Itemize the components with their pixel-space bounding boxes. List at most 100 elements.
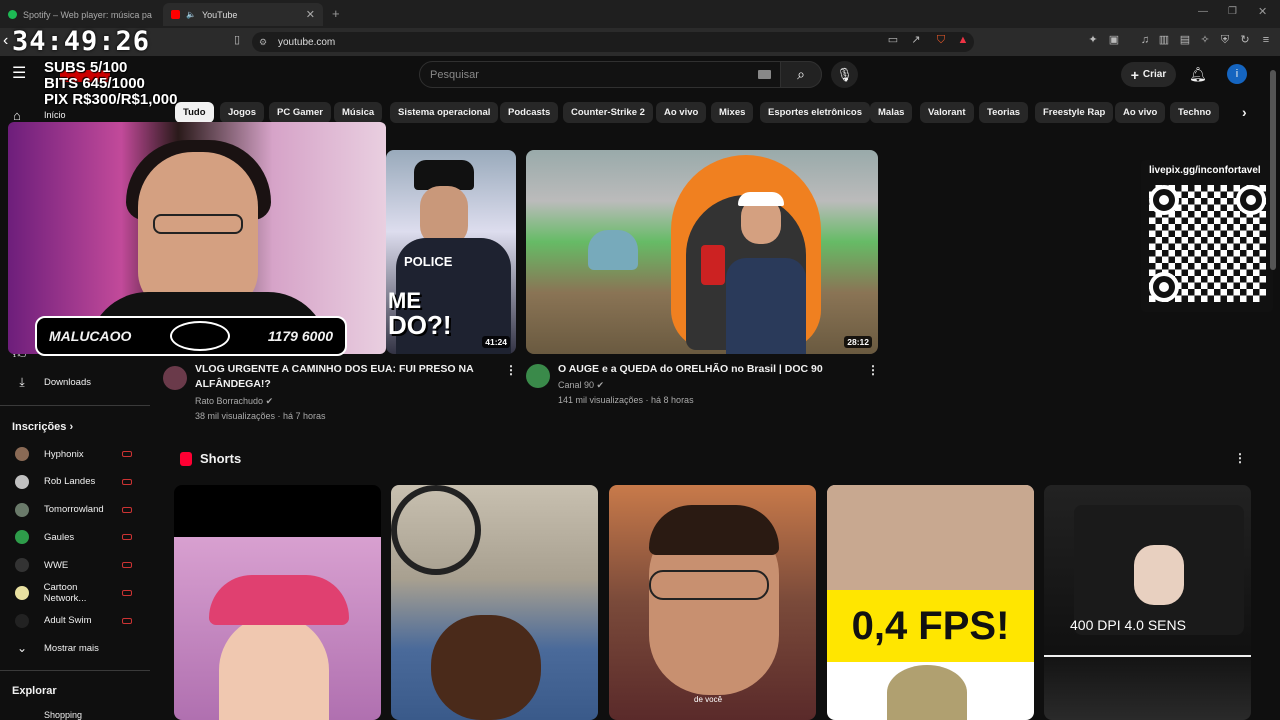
address-bar[interactable]: ⚙ youtube.com xyxy=(252,32,974,52)
short-card[interactable] xyxy=(174,485,381,720)
keyboard-icon[interactable] xyxy=(758,70,771,79)
chip-ao-vivo[interactable]: Ao vivo xyxy=(656,102,707,123)
new-tab-button[interactable]: + xyxy=(332,6,340,21)
chip-valorant[interactable]: Valorant xyxy=(920,102,974,123)
sidebar-item-label: Gaules xyxy=(44,531,75,543)
chip-podcasts[interactable]: Podcasts xyxy=(500,102,559,123)
channel-avatar xyxy=(0,502,44,517)
sidebar-subscription[interactable]: Tomorrowland xyxy=(0,496,150,524)
video-title[interactable]: VLOG URGENTE A CAMINHO DOS EUA: FUI PRES… xyxy=(195,362,495,392)
chip-sistema-operacional[interactable]: Sistema operacional xyxy=(390,102,499,123)
page-scrollbar[interactable] xyxy=(1270,70,1276,270)
short-card[interactable]: 0,4 FPS! xyxy=(827,485,1034,720)
chip-malas[interactable]: Malas xyxy=(870,102,913,123)
tab-youtube[interactable]: 🔈 YouTube ✕ xyxy=(163,3,323,26)
avatar-circle xyxy=(15,613,29,628)
search-icon: ⌕ xyxy=(797,66,805,82)
site-settings-icon[interactable]: ⚙ xyxy=(259,37,267,48)
avatar-circle xyxy=(15,530,29,545)
short-card[interactable]: de você xyxy=(609,485,816,720)
channel-name[interactable]: Canal 90 ✔ xyxy=(558,378,604,393)
man-hair xyxy=(649,505,779,555)
chip-m-sica[interactable]: Música xyxy=(334,102,383,123)
bookmark-icon[interactable]: ▯ xyxy=(230,33,244,47)
chip-pc-gamer[interactable]: PC Gamer xyxy=(269,102,331,123)
channel-avatar[interactable] xyxy=(163,366,187,390)
cap xyxy=(738,192,784,206)
minimize-button[interactable]: — xyxy=(1198,6,1208,17)
video-thumbnail[interactable]: 28:12 xyxy=(526,150,878,354)
notifications-bell-icon[interactable]: 🔔︎ xyxy=(1189,66,1207,83)
search-placeholder: Pesquisar xyxy=(430,68,479,81)
sidebar-icon[interactable]: ▥ xyxy=(1157,33,1171,47)
chip-counter-strike-2[interactable]: Counter-Strike 2 xyxy=(563,102,653,123)
divider xyxy=(0,405,150,406)
tab-spotify[interactable]: Spotify – Web player: música para to xyxy=(0,3,160,26)
sidebar-subscription[interactable]: Rob Landes xyxy=(0,468,150,496)
browser-menu-icon[interactable]: ≡ xyxy=(1259,33,1273,47)
leo-icon[interactable]: ✧ xyxy=(1198,33,1212,47)
sidebar-subscription[interactable]: WWE xyxy=(0,551,150,579)
screenshot-icon[interactable]: ▣ xyxy=(1107,33,1121,47)
brave-rewards-icon[interactable]: ▲ xyxy=(956,33,970,47)
chips-next-arrow-icon[interactable]: › xyxy=(1242,104,1247,120)
video-options-icon[interactable]: ⋮ xyxy=(505,363,517,377)
chip-tudo[interactable]: Tudo xyxy=(175,102,214,123)
chip-mixes[interactable]: Mixes xyxy=(711,102,754,123)
share-icon[interactable]: ↗ xyxy=(909,33,923,47)
close-tab-icon[interactable]: ✕ xyxy=(306,8,315,21)
refresh-icon[interactable]: ↻ xyxy=(1238,33,1252,47)
subscriptions-heading[interactable]: Inscrições › xyxy=(12,421,73,433)
chip-teorias[interactable]: Teorias xyxy=(979,102,1029,123)
officer-face xyxy=(420,186,468,246)
chip-techno[interactable]: Techno xyxy=(1170,102,1220,123)
short-card[interactable]: 400 DPI 4.0 SENS xyxy=(1044,485,1251,720)
wallet-icon[interactable]: ▤ xyxy=(1178,33,1192,47)
man-face xyxy=(827,485,1034,590)
short-caption: 0,4 FPS! xyxy=(851,603,1010,648)
chip-freestyle-rap[interactable]: Freestyle Rap xyxy=(1035,102,1114,123)
sidebar-item-shopping[interactable]: Shopping xyxy=(44,710,82,720)
back-icon[interactable]: ‹ xyxy=(3,32,8,50)
channel-name[interactable]: Rato Borrachudo ✔ xyxy=(195,394,273,409)
restore-button[interactable]: ❐ xyxy=(1228,6,1237,17)
video-options-icon[interactable]: ⋮ xyxy=(867,363,879,377)
sidebar-subscription[interactable]: Cartoon Network... xyxy=(0,579,150,607)
avatar-circle xyxy=(14,586,29,600)
shorts-options-icon[interactable]: ⋮ xyxy=(1234,451,1246,465)
vpn-icon[interactable]: ⛨ xyxy=(1218,33,1232,47)
banner-right-text: 1179 6000 xyxy=(267,328,333,344)
sidebar-item-label: Tomorrowland xyxy=(44,504,104,516)
cast-icon[interactable]: ▭ xyxy=(886,33,900,47)
verified-icon: ✔ xyxy=(596,380,605,390)
video-thumbnail[interactable]: POLICE ME DO?! 41:24 xyxy=(386,150,516,354)
sidebar-item-downloads[interactable]: ⤓ Downloads xyxy=(0,368,150,396)
sidebar-subscription[interactable]: Hyphonix xyxy=(0,440,150,468)
close-window-button[interactable]: ✕ xyxy=(1258,5,1267,18)
brave-shield-icon[interactable]: ⛉ xyxy=(934,33,948,47)
chip-jogos[interactable]: Jogos xyxy=(220,102,264,123)
short-card[interactable] xyxy=(391,485,598,720)
channel-avatar xyxy=(0,530,44,545)
video-title[interactable]: O AUGE e a QUEDA do ORELHÃO no Brasil | … xyxy=(558,362,823,377)
extensions-icon[interactable]: ✦ xyxy=(1086,33,1100,47)
avatar[interactable]: i xyxy=(1227,64,1247,84)
sidebar-item-home[interactable]: Início xyxy=(44,110,66,120)
voice-search-button[interactable]: 🎙 xyxy=(831,61,858,88)
channel-avatar[interactable] xyxy=(526,364,550,388)
video-meta: 141 mil visualizações · há 8 horas xyxy=(558,395,694,405)
search-button[interactable]: ⌕ xyxy=(780,61,822,88)
sidebar-show-more[interactable]: ⌄ Mostrar mais xyxy=(0,634,150,662)
hamburger-menu-icon[interactable]: ☰ xyxy=(12,66,30,82)
qr-eye xyxy=(1236,185,1266,215)
sidebar-subscription[interactable]: Gaules xyxy=(0,523,150,551)
tab-title: Spotify – Web player: música para to xyxy=(22,9,152,20)
sidebar-subscription[interactable]: Adult Swim xyxy=(0,607,150,635)
chip-ao-vivo[interactable]: Ao vivo xyxy=(1115,102,1166,123)
spotify-icon xyxy=(8,10,17,19)
channel-name-text: Canal 90 xyxy=(558,380,595,390)
home-icon[interactable]: ⌂ xyxy=(13,108,21,123)
media-icon[interactable]: ♫ xyxy=(1138,33,1152,47)
create-button[interactable]: + Criar xyxy=(1121,62,1176,87)
chip-esportes-eletr-nicos[interactable]: Esportes eletrônicos xyxy=(760,102,870,123)
